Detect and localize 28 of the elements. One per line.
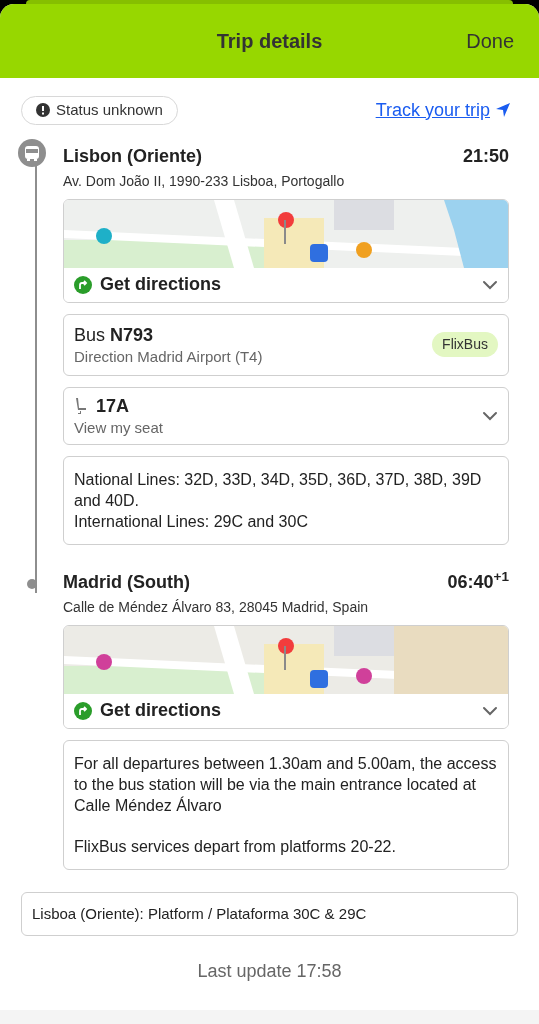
track-trip-link[interactable]: Track your trip	[375, 96, 518, 124]
done-button[interactable]: Done	[466, 26, 514, 56]
directions-icon	[74, 275, 92, 294]
stop-name: Lisbon (Oriente)	[63, 144, 202, 167]
platform-note: Lisboa (Oriente): Platform / Plataforma 30C & 29C	[21, 891, 518, 936]
chevron-down-icon	[482, 279, 498, 290]
header-title: Trip details	[216, 29, 323, 54]
bus-title: Bus N793	[74, 323, 155, 347]
stop-address: Calle de Méndez Álvaro 83, 28045 Madrid, Spain	[63, 597, 370, 617]
seat-number: 17A	[96, 394, 130, 418]
stop-name: Madrid (South)	[63, 570, 190, 593]
stop-time: 21:50	[462, 144, 509, 167]
stop-address: Av. Dom João II, 1990-233 Lisboa, Portogallo	[63, 171, 346, 191]
chevron-down-icon	[482, 410, 498, 421]
bus-direction: Direction Madrid Airport (T4)	[74, 346, 263, 367]
operator-badge: FlixBus	[432, 332, 498, 357]
info-text: National Lines: 32D, 33D, 34D, 35D, 36D, 37D, 38D, 39D and 40D. International Lines: 29C and 30C	[74, 469, 483, 532]
chevron-down-icon	[482, 705, 498, 716]
seat-button[interactable]: 17A View my seat	[63, 386, 509, 445]
info-text: FlixBus services depart from platforms 20-22.	[74, 836, 397, 857]
directions-icon	[74, 701, 92, 720]
info-text: For all departures between 1.30am and 5.00am, the access to the bus station will be via the main entrance located at Calle Méndez Álvaro	[74, 753, 498, 816]
stop-time: 06:40$^{+1}$	[447, 570, 509, 593]
alert-icon	[36, 103, 50, 118]
last-update: Last update 17:58	[196, 960, 343, 983]
seat-link: View my seat	[74, 417, 163, 438]
seat-icon	[74, 396, 88, 415]
location-arrow-icon	[496, 103, 510, 118]
